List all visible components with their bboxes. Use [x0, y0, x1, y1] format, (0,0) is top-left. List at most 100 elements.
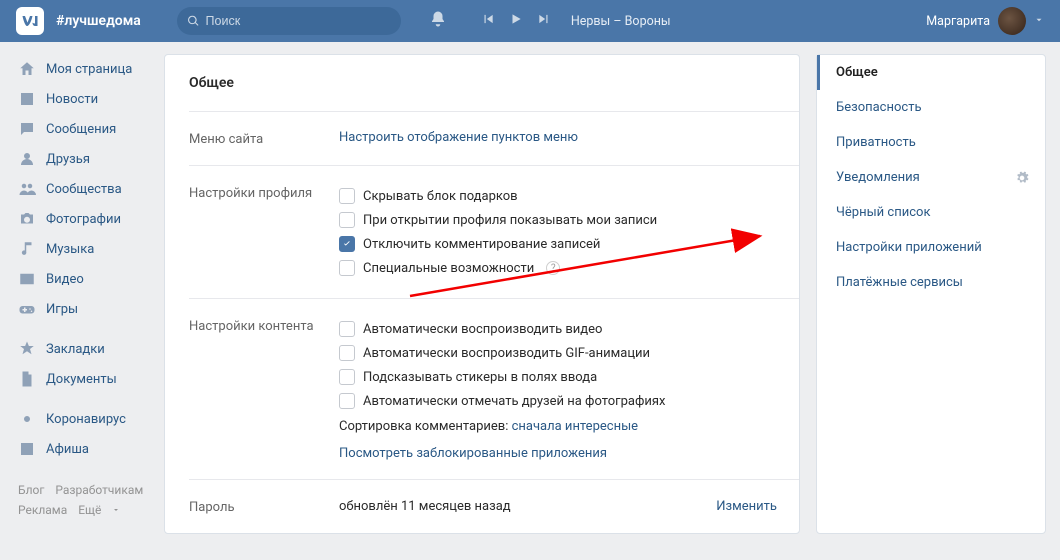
change-password-link[interactable]: Изменить	[716, 499, 777, 514]
player-play-icon[interactable]	[509, 12, 523, 30]
section-label-content: Настройки контента	[189, 317, 339, 461]
nav-label: Видео	[46, 272, 84, 287]
section-label-profile: Настройки профиля	[189, 184, 339, 280]
checkbox-label: При открытии профиля показывать мои запи…	[363, 213, 657, 228]
footer-links: Блог Разработчикам Реклама Ещё	[12, 474, 164, 526]
side-tab-label: Безопасность	[836, 100, 922, 115]
nav-music[interactable]: Музыка	[12, 234, 164, 264]
notifications-icon[interactable]	[429, 10, 447, 32]
side-tab-label: Настройки приложений	[836, 240, 982, 255]
nav-label: Документы	[46, 372, 117, 387]
vk-logo[interactable]	[16, 7, 44, 35]
nav-label: Коронавирус	[46, 412, 126, 427]
view-blocked-link[interactable]: Посмотреть заблокированные приложения	[339, 446, 607, 461]
checkbox-row[interactable]: Автоматически воспроизводить видео	[339, 317, 777, 341]
checkbox-label: Специальные возможности	[363, 261, 534, 276]
settings-panel: Общее Меню сайта Настроить отображение п…	[164, 54, 800, 534]
nav-label: Новости	[46, 92, 98, 107]
section-label-password: Пароль	[189, 498, 339, 515]
nav-label: Музыка	[46, 242, 94, 257]
section-label-menu: Меню сайта	[189, 130, 339, 147]
side-tab-label: Общее	[836, 65, 878, 80]
gear-icon[interactable]	[1015, 171, 1029, 185]
checkbox-label: Автоматически воспроизводить GIF-анимаци…	[363, 346, 650, 361]
side-tab-5[interactable]: Настройки приложений	[817, 230, 1045, 265]
settings-side-nav: Общее Безопасность Приватность Уведомления Ч…	[816, 54, 1046, 534]
nav-covid[interactable]: Коронавирус	[12, 404, 164, 434]
page-title: Общее	[189, 75, 799, 111]
checkbox-icon[interactable]	[339, 321, 355, 337]
checkbox-label: Скрывать блок подарков	[363, 189, 518, 204]
nav-label: Афиша	[46, 442, 89, 457]
nav-label: Фотографии	[46, 212, 121, 227]
footer-blog[interactable]: Блог	[18, 483, 44, 497]
nav-video[interactable]: Видео	[12, 264, 164, 294]
side-tab-label: Уведомления	[836, 170, 920, 185]
checkbox-icon[interactable]	[339, 393, 355, 409]
nav-messages[interactable]: Сообщения	[12, 114, 164, 144]
side-tab-label: Платёжные сервисы	[836, 275, 963, 290]
side-tab-label: Приватность	[836, 135, 916, 150]
chevron-down-icon	[1034, 14, 1044, 29]
checkbox-label: Автоматически отмечать друзей на фотогра…	[363, 394, 665, 409]
checkbox-label: Отключить комментирование записей	[363, 237, 600, 252]
search-icon	[187, 14, 200, 28]
nav-friends[interactable]: Друзья	[12, 144, 164, 174]
nav-bookmarks[interactable]: Закладки	[12, 334, 164, 364]
checkbox-icon[interactable]	[339, 369, 355, 385]
nav-label: Игры	[46, 302, 78, 317]
nav-label: Сообщества	[46, 182, 122, 197]
nav-label: Друзья	[46, 152, 90, 167]
sort-value-link[interactable]: сначала интересные	[512, 419, 638, 434]
configure-menu-link[interactable]: Настроить отображение пунктов меню	[339, 130, 578, 145]
nav-label: Сообщения	[46, 122, 116, 137]
side-tab-4[interactable]: Чёрный список	[817, 195, 1045, 230]
checkbox-row[interactable]: При открытии профиля показывать мои запи…	[339, 208, 777, 232]
nav-news[interactable]: Новости	[12, 84, 164, 114]
footer-more[interactable]: Ещё	[78, 503, 120, 517]
checkbox-row[interactable]: Подсказывать стикеры в полях ввода	[339, 365, 777, 389]
checkbox-icon[interactable]	[339, 345, 355, 361]
side-tab-1[interactable]: Безопасность	[817, 90, 1045, 125]
player-track[interactable]: Нервы – Вороны	[571, 14, 671, 29]
top-header: #лучшедома Нервы – Вороны Маргарита	[0, 0, 1060, 42]
side-tab-3[interactable]: Уведомления	[817, 160, 1045, 195]
checkbox-icon[interactable]	[339, 236, 355, 252]
checkbox-row[interactable]: Автоматически воспроизводить GIF-анимаци…	[339, 341, 777, 365]
player-next-icon[interactable]	[537, 12, 551, 30]
checkbox-icon[interactable]	[339, 212, 355, 228]
footer-dev[interactable]: Разработчикам	[55, 483, 143, 497]
nav-groups[interactable]: Сообщества	[12, 174, 164, 204]
checkbox-row[interactable]: Отключить комментирование записей	[339, 232, 777, 256]
checkbox-row[interactable]: Специальные возможности?	[339, 256, 777, 280]
checkbox-icon[interactable]	[339, 188, 355, 204]
user-menu[interactable]: Маргарита	[926, 7, 1044, 35]
player-prev-icon[interactable]	[481, 12, 495, 30]
side-tab-0[interactable]: Общее	[817, 55, 1045, 90]
slogan-text: #лучшедома	[56, 13, 141, 29]
nav-my-page[interactable]: Моя страница	[12, 54, 164, 84]
avatar	[998, 7, 1026, 35]
user-name: Маргарита	[926, 14, 990, 29]
nav-label: Закладки	[46, 342, 105, 357]
footer-ads[interactable]: Реклама	[18, 503, 67, 517]
nav-docs[interactable]: Документы	[12, 364, 164, 394]
sort-line: Сортировка комментариев: сначала интерес…	[339, 413, 777, 436]
help-icon[interactable]: ?	[546, 261, 560, 275]
checkbox-row[interactable]: Скрывать блок подарков	[339, 184, 777, 208]
checkbox-icon[interactable]	[339, 260, 355, 276]
checkbox-row[interactable]: Автоматически отмечать друзей на фотогра…	[339, 389, 777, 413]
side-tab-6[interactable]: Платёжные сервисы	[817, 265, 1045, 300]
search-input[interactable]	[206, 14, 391, 28]
left-nav: Моя страница Новости Сообщения Друзья Со…	[0, 54, 164, 534]
nav-games[interactable]: Игры	[12, 294, 164, 324]
checkbox-label: Автоматически воспроизводить видео	[363, 322, 602, 337]
checkbox-label: Подсказывать стикеры в полях ввода	[363, 370, 597, 385]
side-tab-label: Чёрный список	[836, 205, 930, 220]
password-value: обновлён 11 месяцев назад	[339, 499, 511, 514]
nav-label: Моя страница	[46, 62, 132, 77]
nav-afisha[interactable]: Афиша	[12, 434, 164, 464]
nav-photos[interactable]: Фотографии	[12, 204, 164, 234]
side-tab-2[interactable]: Приватность	[817, 125, 1045, 160]
search-box[interactable]	[177, 7, 401, 35]
